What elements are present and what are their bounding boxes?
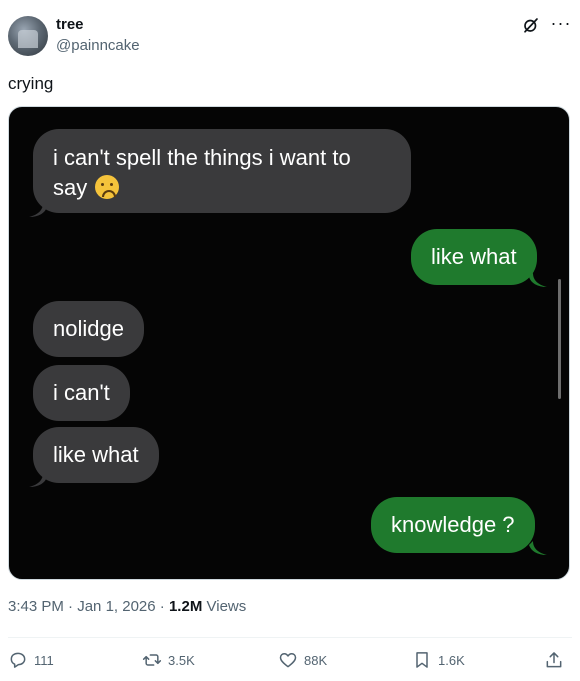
tweet-meta: 3:43 PM · Jan 1, 2026 · 1.2M Views xyxy=(8,598,246,615)
more-icon[interactable]: ··· xyxy=(550,14,572,36)
author-handle[interactable]: @painncake xyxy=(56,37,140,54)
grok-icon[interactable] xyxy=(522,16,540,34)
message-bubble: like what xyxy=(33,427,159,483)
frowning-face-emoji xyxy=(95,175,120,199)
like-count: 88K xyxy=(304,652,328,668)
message-text: knowledge ? xyxy=(391,512,515,537)
tweet-time[interactable]: 3:43 PM xyxy=(8,598,64,615)
share-button[interactable] xyxy=(544,648,570,672)
reply-count: 111 xyxy=(34,652,54,668)
message-text: nolidge xyxy=(53,316,124,341)
message-text: i can't xyxy=(53,380,110,405)
message-bubble: like what xyxy=(411,229,537,285)
divider xyxy=(8,637,572,638)
scroll-indicator xyxy=(558,279,561,399)
author-name[interactable]: tree xyxy=(56,16,84,33)
reply-button[interactable]: 111 xyxy=(8,648,54,672)
bubble-tail xyxy=(29,203,47,217)
message-bubble: knowledge ? xyxy=(371,497,535,553)
repost-button[interactable]: 3.5K xyxy=(142,648,195,672)
tweet-header: tree @painncake ··· xyxy=(8,14,572,60)
bookmark-icon xyxy=(416,652,428,668)
tweet-text: crying xyxy=(8,74,54,93)
share-icon xyxy=(546,652,562,668)
bookmark-count: 1.6K xyxy=(438,652,465,668)
bubble-tail xyxy=(29,473,47,487)
tweet-date[interactable]: Jan 1, 2026 xyxy=(77,598,155,615)
bubble-tail xyxy=(529,541,547,555)
heart-icon xyxy=(279,653,297,668)
views-count: 1.2M xyxy=(168,598,203,615)
reply-icon xyxy=(10,652,26,668)
repost-icon xyxy=(142,654,162,666)
tweet-media[interactable]: i can't spell the things i want to say l… xyxy=(8,106,570,580)
message-text: like what xyxy=(431,244,517,269)
meta-separator: · xyxy=(159,598,165,615)
message-bubble: nolidge xyxy=(33,301,144,357)
action-bar: 111 3.5K 88K 1.6K xyxy=(8,648,572,672)
message-bubble: i can't spell the things i want to say xyxy=(33,129,411,213)
avatar[interactable] xyxy=(8,16,48,56)
bubble-tail xyxy=(529,273,547,287)
message-bubble: i can't xyxy=(33,365,130,421)
like-button[interactable]: 88K xyxy=(278,648,327,672)
meta-separator: · xyxy=(68,598,74,615)
bookmark-button[interactable]: 1.6K xyxy=(412,648,465,672)
views-label: Views xyxy=(206,598,247,615)
message-text: like what xyxy=(53,442,139,467)
repost-count: 3.5K xyxy=(168,652,195,668)
